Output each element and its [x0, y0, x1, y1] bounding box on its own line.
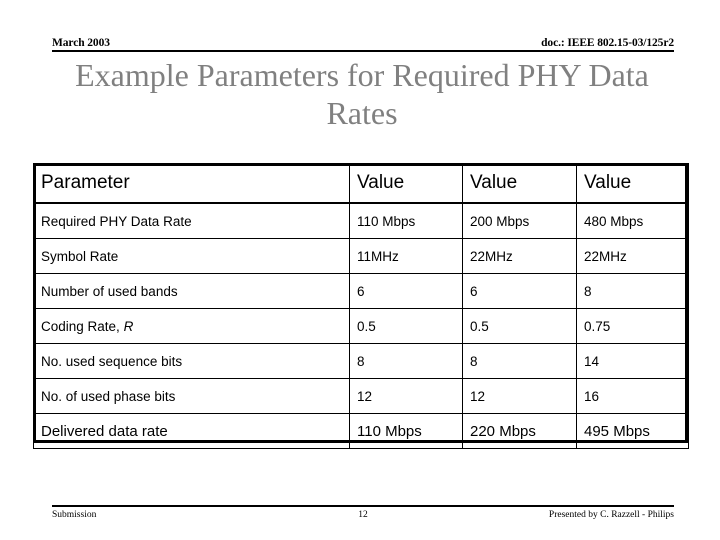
row-value-1: 110 Mbps — [349, 202, 463, 239]
row-value-2: 200 Mbps — [462, 202, 577, 239]
header-doc-ref: doc.: IEEE 802.15-03/125r2 — [541, 37, 674, 49]
column-header-value-1: Value — [349, 163, 463, 204]
row-label: Required PHY Data Rate — [33, 202, 350, 239]
row-value-2: 0.5 — [462, 308, 577, 344]
footer-submission: Submission — [52, 510, 97, 520]
row-value-2: 220 Mbps — [462, 413, 577, 449]
row-value-2: 6 — [462, 273, 577, 309]
row-value-1: 6 — [349, 273, 463, 309]
table-row: No. used sequence bits 8 8 14 — [33, 343, 689, 379]
table-row: Delivered data rate 110 Mbps 220 Mbps 495 M… — [33, 413, 689, 449]
row-value-1: 110 Mbps — [349, 413, 463, 449]
table-row: Symbol Rate 11MHz 22MHz 22MHz — [33, 238, 689, 274]
row-value-2: 8 — [462, 343, 577, 379]
row-value-3: 480 Mbps — [576, 202, 689, 239]
page-title: Example Parameters for Required PHY Data… — [75, 57, 649, 131]
row-label: Delivered data rate — [33, 413, 350, 449]
table-row: Number of used bands 6 6 8 — [33, 273, 689, 309]
column-header-parameter: Parameter — [33, 163, 350, 204]
row-value-3: 495 Mbps — [576, 413, 689, 449]
table-row: Required PHY Data Rate 110 Mbps 200 Mbps 48… — [33, 202, 689, 239]
row-value-3: 16 — [576, 378, 689, 414]
row-value-2: 12 — [462, 378, 577, 414]
row-value-3: 8 — [576, 273, 689, 309]
row-label: Symbol Rate — [33, 238, 350, 274]
slide-header: March 2003 doc.: IEEE 802.15-03/125r2 — [52, 28, 674, 52]
row-value-1: 0.5 — [349, 308, 463, 344]
parameters-table: Parameter Value Value Value Required PHY… — [33, 163, 689, 449]
slide-footer: Submission 12 Presented by C. Razzell - … — [52, 505, 674, 527]
header-date: March 2003 — [52, 37, 110, 49]
footer-page-number: 12 — [358, 510, 368, 520]
row-value-3: 14 — [576, 343, 689, 379]
row-label-symbol: R — [123, 318, 134, 334]
row-value-3: 22MHz — [576, 238, 689, 274]
table-body: Required PHY Data Rate 110 Mbps 200 Mbps 48… — [33, 202, 689, 449]
row-label: Coding Rate, R — [33, 308, 350, 344]
row-value-3: 0.75 — [576, 308, 689, 344]
table-header-row: Parameter Value Value Value — [33, 163, 689, 204]
footer-presenter: Presented by C. Razzell - Philips — [548, 510, 674, 520]
row-label: No. of used phase bits — [33, 378, 350, 414]
row-value-1: 12 — [349, 378, 463, 414]
row-value-1: 8 — [349, 343, 463, 379]
table-row: No. of used phase bits 12 12 16 — [33, 378, 689, 414]
table-row: Coding Rate, R 0.5 0.5 0.75 — [33, 308, 689, 344]
row-value-1: 11MHz — [349, 238, 463, 274]
column-header-value-2: Value — [462, 163, 577, 204]
row-label: No. used sequence bits — [33, 343, 350, 379]
table-header: Parameter Value Value Value — [33, 163, 689, 204]
row-label: Number of used bands — [33, 273, 350, 309]
column-header-value-3: Value — [576, 163, 689, 204]
row-value-2: 22MHz — [462, 238, 577, 274]
